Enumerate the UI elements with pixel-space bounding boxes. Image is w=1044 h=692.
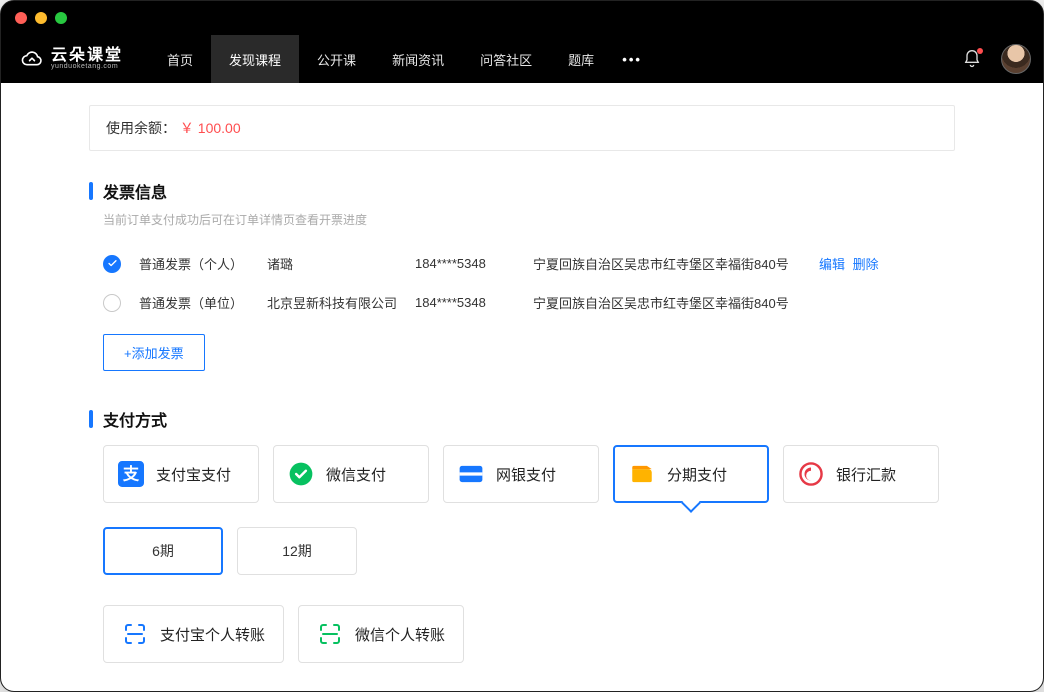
transfer-alipay-personal[interactable]: 支付宝个人转账 (103, 605, 284, 663)
close-dot[interactable] (15, 12, 27, 24)
main-content: 使用余额： ￥ 100.00 发票信息 当前订单支付成功后可在订单详情页查看开票… (1, 83, 1043, 691)
nav-news[interactable]: 新闻资讯 (374, 35, 462, 83)
brand-logo[interactable]: 云朵课堂 yunduoketang.com (19, 46, 123, 72)
delete-link[interactable]: 删除 (853, 257, 879, 272)
scan-icon (317, 621, 343, 647)
brand-name: 云朵课堂 (51, 48, 123, 64)
transfer-label: 支付宝个人转账 (160, 624, 265, 645)
pay-method-unionpay[interactable]: 网银支付 (443, 445, 599, 503)
invoice-radio-company[interactable] (103, 294, 121, 312)
nav-items: 首页 发现课程 公开课 新闻资讯 问答社区 题库 ••• (149, 35, 652, 83)
personal-transfers: 支付宝个人转账 微信个人转账 (89, 605, 955, 663)
pay-method-installment[interactable]: 分期支付 (613, 445, 769, 503)
invoice-subtitle: 当前订单支付成功后可在订单详情页查看开票进度 (103, 211, 955, 228)
notification-bell[interactable] (957, 44, 987, 74)
scan-icon (122, 621, 148, 647)
cloud-icon (19, 46, 45, 72)
add-invoice-button[interactable]: +添加发票 (103, 334, 205, 371)
user-avatar[interactable] (1001, 44, 1031, 74)
invoice-address: 宁夏回族自治区吴忠市红寺堡区幸福街840号 (533, 293, 793, 312)
transfer-wechat-personal[interactable]: 微信个人转账 (298, 605, 464, 663)
pay-label: 支付宝支付 (156, 464, 231, 485)
bank-icon (798, 461, 824, 487)
payment-title: 支付方式 (89, 407, 955, 431)
invoice-address: 宁夏回族自治区吴忠市红寺堡区幸福街840号 (533, 254, 793, 273)
invoice-name: 诸璐 (267, 254, 397, 273)
top-nav: 云朵课堂 yunduoketang.com 首页 发现课程 公开课 新闻资讯 问… (1, 35, 1043, 83)
pay-method-alipay[interactable]: 支 支付宝支付 (103, 445, 259, 503)
unionpay-icon (458, 461, 484, 487)
balance-box: 使用余额： ￥ 100.00 (89, 105, 955, 151)
installment-12[interactable]: 12期 (237, 527, 357, 575)
pay-method-bank[interactable]: 银行汇款 (783, 445, 939, 503)
nav-discover[interactable]: 发现课程 (211, 35, 299, 83)
pay-label: 分期支付 (667, 464, 727, 485)
balance-label: 使用余额： (106, 120, 176, 136)
minimize-dot[interactable] (35, 12, 47, 24)
nav-exam[interactable]: 题库 (550, 35, 612, 83)
invoice-section: 发票信息 当前订单支付成功后可在订单详情页查看开票进度 普通发票（个人） 诸璐 … (89, 179, 955, 371)
invoice-title: 发票信息 (89, 179, 955, 203)
invoice-type: 普通发票（个人） (139, 254, 249, 273)
nav-home[interactable]: 首页 (149, 35, 211, 83)
nav-qa[interactable]: 问答社区 (462, 35, 550, 83)
installment-6[interactable]: 6期 (103, 527, 223, 575)
notification-dot-icon (977, 48, 983, 54)
pay-label: 微信支付 (326, 464, 386, 485)
invoice-phone: 184****5348 (415, 256, 515, 271)
edit-link[interactable]: 编辑 (819, 257, 845, 272)
balance-value: ￥ 100.00 (180, 120, 241, 136)
invoice-name: 北京昱新科技有限公司 (267, 293, 397, 312)
pay-label: 银行汇款 (836, 464, 896, 485)
invoice-type: 普通发票（单位） (139, 293, 249, 312)
svg-text:支: 支 (122, 465, 140, 484)
pay-method-wechat[interactable]: 微信支付 (273, 445, 429, 503)
alipay-icon: 支 (118, 461, 144, 487)
nav-more[interactable]: ••• (612, 52, 652, 67)
invoice-radio-personal[interactable] (103, 255, 121, 273)
mac-titlebar (1, 1, 1043, 35)
wechat-icon (288, 461, 314, 487)
nav-open-class[interactable]: 公开课 (299, 35, 374, 83)
invoice-actions: 编辑 删除 (819, 254, 883, 273)
payment-section: 支付方式 支 支付宝支付 微信支付 (89, 407, 955, 663)
pay-label: 网银支付 (496, 464, 556, 485)
transfer-label: 微信个人转账 (355, 624, 445, 645)
app-window: 云朵课堂 yunduoketang.com 首页 发现课程 公开课 新闻资讯 问… (0, 0, 1044, 692)
invoice-row-personal: 普通发票（个人） 诸璐 184****5348 宁夏回族自治区吴忠市红寺堡区幸福… (89, 244, 955, 283)
installment-options: 6期 12期 (89, 527, 955, 575)
zoom-dot[interactable] (55, 12, 67, 24)
invoice-phone: 184****5348 (415, 295, 515, 310)
payment-methods: 支 支付宝支付 微信支付 网银支付 (89, 445, 955, 503)
brand-domain: yunduoketang.com (51, 63, 123, 70)
installment-icon (629, 461, 655, 487)
invoice-row-company: 普通发票（单位） 北京昱新科技有限公司 184****5348 宁夏回族自治区吴… (89, 283, 955, 322)
